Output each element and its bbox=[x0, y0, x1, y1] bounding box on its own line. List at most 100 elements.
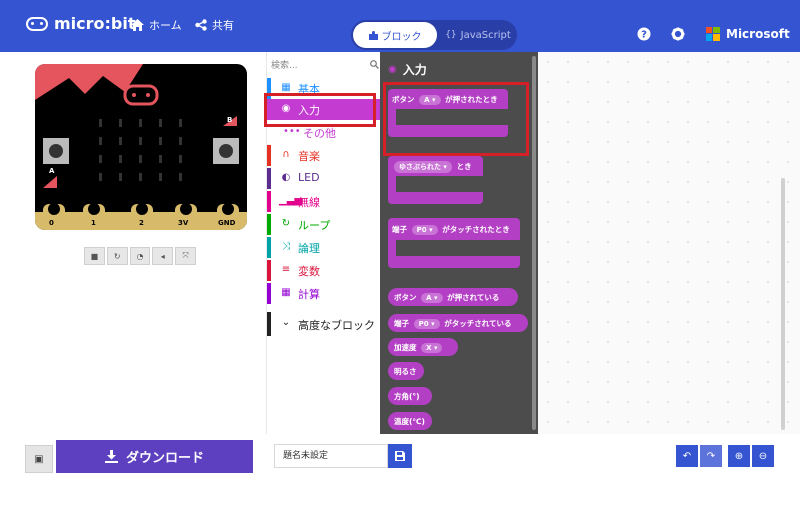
dropdown-value: ゆさぶられた bbox=[399, 163, 441, 171]
category-color-bar bbox=[267, 283, 271, 304]
category-label: LED bbox=[298, 171, 320, 184]
home-button[interactable]: ホーム bbox=[131, 17, 182, 33]
braces-icon: {} bbox=[445, 30, 457, 40]
bottom-bar: ▣ ダウンロード 題名未設定 ↶ ↷ ⊕ ⊖ bbox=[0, 434, 800, 484]
block-text: ボタン bbox=[394, 293, 417, 302]
microbit-logo-icon bbox=[26, 16, 48, 31]
block-temperature[interactable]: 温度(℃) bbox=[388, 412, 432, 430]
microsoft-logo-icon bbox=[706, 27, 720, 41]
zoom-out-button[interactable]: ⊖ bbox=[752, 445, 774, 467]
workspace-scrollbar[interactable] bbox=[781, 178, 785, 430]
category-more[interactable]: ••• その他 bbox=[267, 122, 381, 143]
puzzle-icon bbox=[368, 30, 378, 40]
category-advanced[interactable]: ⌄ 高度なブロック bbox=[267, 312, 381, 336]
svg-text:?: ? bbox=[641, 30, 647, 41]
download-button[interactable]: ダウンロード bbox=[56, 440, 253, 473]
block-light-level[interactable]: 明るさ bbox=[388, 362, 424, 380]
category-basic[interactable]: ▦ 基本 bbox=[267, 78, 381, 99]
flyout-scrollbar[interactable] bbox=[532, 56, 536, 430]
block-acceleration[interactable]: 加速度 X ▾ bbox=[388, 338, 458, 356]
project-name-field[interactable]: 題名未設定 bbox=[274, 444, 388, 468]
slowmo-button[interactable]: ◔ bbox=[129, 247, 151, 265]
search-icon bbox=[370, 60, 379, 69]
category-label: 基本 bbox=[298, 83, 320, 96]
toolbox-search[interactable]: 検索... bbox=[271, 58, 379, 74]
category-radio[interactable]: ▁▃▅ 無線 bbox=[267, 191, 381, 212]
logo-text: micro:bit bbox=[54, 14, 136, 33]
category-music[interactable]: ∩ 音楽 bbox=[267, 145, 381, 166]
block-text: 温度(℃) bbox=[394, 417, 425, 426]
stop-button[interactable]: ■ bbox=[84, 247, 105, 265]
javascript-tab[interactable]: {} JavaScript bbox=[441, 22, 515, 48]
flyout-title: ◉ 入力 bbox=[388, 61, 427, 78]
speaker-icon: ◂ bbox=[160, 251, 165, 261]
block-is-pin-pressed[interactable]: 端子 P0 ▾ がタッチされている bbox=[388, 314, 528, 332]
block-mouth bbox=[388, 240, 396, 256]
category-input[interactable]: ◉ 入力 bbox=[267, 99, 381, 120]
category-variables[interactable]: ≡ 変数 bbox=[267, 260, 381, 281]
pin-dropdown[interactable]: P0 ▾ bbox=[413, 319, 440, 329]
category-led[interactable]: ◐ LED bbox=[267, 168, 381, 189]
redo-icon: ↷ bbox=[706, 450, 716, 462]
gesture-dropdown[interactable]: ゆさぶられた ▾ bbox=[394, 161, 452, 173]
block-mouth bbox=[388, 176, 396, 192]
dropdown-value: A bbox=[426, 294, 432, 302]
gear-icon[interactable] bbox=[671, 27, 685, 41]
block-text: 加速度 bbox=[394, 343, 417, 352]
floppy-icon bbox=[395, 451, 405, 461]
zoom-in-button[interactable]: ⊕ bbox=[728, 445, 750, 467]
button-b-label: B bbox=[227, 116, 233, 124]
chevron-down-icon: ⌄ bbox=[281, 317, 291, 328]
block-text: 端子 bbox=[392, 225, 407, 234]
radio-icon: ◉ bbox=[388, 64, 397, 75]
block-compass[interactable]: 方角(°) bbox=[388, 387, 432, 405]
block-text: とき bbox=[456, 162, 472, 171]
dropdown-value: P0 bbox=[418, 320, 429, 328]
workspace-canvas[interactable] bbox=[538, 52, 800, 434]
blocks-tab-label: ブロック bbox=[381, 31, 422, 43]
category-label: 変数 bbox=[298, 265, 320, 278]
microsoft-label: Microsoft bbox=[726, 27, 790, 41]
button-dropdown[interactable]: A ▾ bbox=[421, 293, 443, 303]
category-color-bar bbox=[267, 312, 271, 336]
search-input[interactable]: 検索... bbox=[271, 61, 298, 71]
block-on-pin-pressed[interactable]: 端子 P0 ▾ がタッチされたとき bbox=[388, 218, 520, 268]
block-is-button-pressed[interactable]: ボタン A ▾ が押されている bbox=[388, 288, 518, 306]
category-color-bar bbox=[267, 145, 271, 166]
blocks-tab[interactable]: ブロック bbox=[353, 22, 437, 48]
category-logic[interactable]: ⤨ 論理 bbox=[267, 237, 381, 258]
download-label: ダウンロード bbox=[125, 451, 204, 466]
category-loops[interactable]: ↻ ループ bbox=[267, 214, 381, 235]
list-icon: ≡ bbox=[281, 264, 291, 275]
flyout-title-label: 入力 bbox=[402, 63, 427, 77]
dropdown-value: A bbox=[424, 96, 430, 104]
undo-icon: ↶ bbox=[682, 450, 692, 462]
category-label: 高度なブロック bbox=[298, 319, 375, 332]
undo-button[interactable]: ↶ bbox=[676, 445, 698, 467]
home-label: ホーム bbox=[149, 19, 182, 32]
category-color-bar bbox=[267, 168, 271, 189]
block-on-button-pressed[interactable]: ボタン A ▾ が押されたとき bbox=[388, 89, 508, 137]
block-header: 端子 P0 ▾ がタッチされたとき bbox=[388, 218, 520, 240]
redo-button[interactable]: ↷ bbox=[700, 445, 722, 467]
fullscreen-button[interactable]: ⤧ bbox=[175, 247, 196, 265]
mute-button[interactable]: ◂ bbox=[152, 247, 174, 265]
microbit-logo[interactable]: micro:bit bbox=[26, 14, 136, 33]
block-text: がタッチされたとき bbox=[442, 225, 510, 234]
microsoft-link[interactable]: Microsoft bbox=[706, 27, 790, 41]
category-label: 入力 bbox=[298, 104, 320, 117]
category-math[interactable]: ▦ 計算 bbox=[267, 283, 381, 304]
restart-button[interactable]: ↻ bbox=[106, 247, 128, 265]
button-a-label: A bbox=[49, 167, 55, 175]
save-button[interactable] bbox=[388, 444, 412, 468]
help-icon[interactable]: ? bbox=[637, 27, 651, 41]
block-text: ボタン bbox=[392, 95, 415, 104]
block-on-gesture[interactable]: ゆさぶられた ▾ とき bbox=[388, 156, 483, 204]
category-color-bar bbox=[267, 214, 271, 235]
zoom-out-icon: ⊖ bbox=[758, 450, 768, 462]
pin-dropdown[interactable]: P0 ▾ bbox=[411, 225, 438, 235]
collapse-simulator-button[interactable]: ▣ bbox=[25, 445, 53, 473]
share-button[interactable]: 共有 bbox=[195, 17, 234, 33]
button-dropdown[interactable]: A ▾ bbox=[419, 95, 441, 105]
axis-dropdown[interactable]: X ▾ bbox=[421, 343, 443, 353]
